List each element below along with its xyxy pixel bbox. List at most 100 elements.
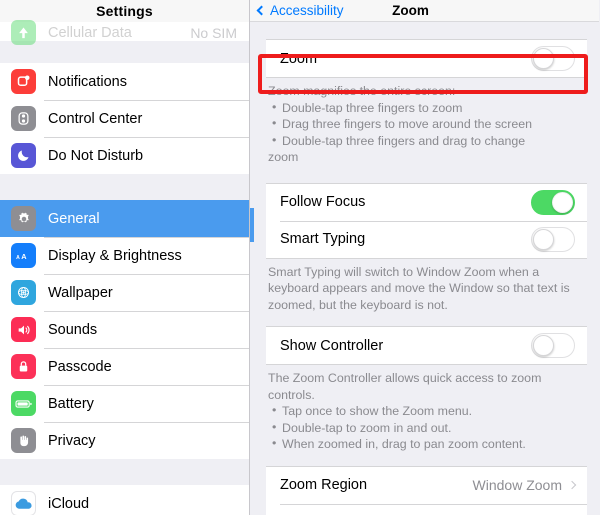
selection-edge-indicator: [250, 208, 254, 242]
zoom-toggle[interactable]: [531, 46, 575, 71]
chevron-right-icon: [567, 480, 577, 490]
sidebar-group-connectivity: Cellular Data No SIM: [0, 20, 249, 45]
ipad-settings-screen: Settings Cellular Data No SIM Notificati…: [0, 0, 600, 515]
row-show-controller[interactable]: Show Controller: [266, 327, 587, 364]
back-button-label: Accessibility: [270, 3, 344, 18]
notifications-icon: [11, 69, 36, 94]
sidebar-item-control-center[interactable]: Control Center: [0, 100, 249, 137]
sidebar-item-display-brightness[interactable]: A A Display & Brightness: [0, 237, 249, 274]
row-follow-focus-label: Follow Focus: [280, 194, 366, 210]
zoom-bullet: Double-tap three fingers to zoom: [268, 99, 581, 117]
sidebar-item-label: Battery: [48, 395, 94, 412]
row-zoom-filter[interactable]: Zoom Filter None: [266, 503, 587, 515]
sidebar-item-label: Sounds: [48, 321, 98, 338]
sidebar-group-alerts: Notifications Control Center Do Not Dist…: [0, 63, 249, 174]
zoom-description-intro: Zoom magnifies the entire screen:: [268, 84, 456, 98]
sidebar-item-label: Cellular Data: [48, 25, 132, 41]
sidebar-item-label: Display & Brightness: [48, 247, 182, 264]
sidebar-group-accounts: iCloud: [0, 485, 249, 515]
detail-scroll-area[interactable]: Zoom Zoom magnifies the entire screen: D…: [250, 22, 599, 515]
row-follow-focus[interactable]: Follow Focus: [266, 183, 587, 221]
sidebar-item-label: Privacy: [48, 432, 96, 449]
sidebar-item-label: Do Not Disturb: [48, 147, 144, 164]
smart-typing-description: Smart Typing will switch to Window Zoom …: [268, 264, 570, 312]
sidebar-item-notifications[interactable]: Notifications: [0, 63, 249, 100]
row-zoom[interactable]: Zoom: [266, 40, 587, 77]
sidebar-item-battery[interactable]: Battery: [0, 385, 249, 422]
row-zoom-region[interactable]: Zoom Region Window Zoom: [266, 466, 587, 504]
control-center-icon: [11, 106, 36, 131]
show-controller-toggle[interactable]: [531, 333, 575, 358]
sidebar-scroll-area[interactable]: Cellular Data No SIM Notifications Contr…: [0, 20, 249, 515]
show-controller-card: Show Controller: [266, 326, 587, 365]
svg-text:A: A: [16, 254, 20, 260]
zoom-description-bullets: Double-tap three fingers to zoom Drag th…: [268, 99, 581, 150]
sidebar-item-sounds[interactable]: Sounds: [0, 311, 249, 348]
toggle-knob: [552, 191, 573, 213]
sidebar-item-value: No SIM: [190, 25, 237, 41]
hand-icon: [11, 428, 36, 453]
row-smart-typing[interactable]: Smart Typing: [266, 220, 587, 258]
chevron-left-icon: [256, 5, 267, 16]
sidebar-group-divider: [0, 41, 249, 63]
sidebar-title-bar: Settings: [0, 0, 249, 22]
smart-typing-toggle[interactable]: [531, 226, 575, 252]
row-zoom-region-label: Zoom Region: [280, 477, 368, 493]
sidebar-item-passcode[interactable]: Passcode: [0, 348, 249, 385]
row-show-controller-label: Show Controller: [280, 337, 384, 354]
zoom-detail-panel: Accessibility Zoom Zoom Zoom magnifies t…: [250, 0, 599, 515]
lock-icon: [11, 354, 36, 379]
speaker-icon: [11, 317, 36, 342]
wallpaper-icon: [11, 280, 36, 305]
settings-sidebar: Settings Cellular Data No SIM Notificati…: [0, 0, 250, 515]
battery-icon: [11, 391, 36, 416]
display-brightness-icon: A A: [11, 243, 36, 268]
sidebar-item-do-not-disturb[interactable]: Do Not Disturb: [0, 137, 249, 174]
sidebar-item-privacy[interactable]: Privacy: [0, 422, 249, 459]
sidebar-group-divider: [0, 459, 249, 485]
controller-bullet: Double-tap to zoom in and out.: [268, 419, 581, 437]
sidebar-item-label: Notifications: [48, 73, 127, 90]
zoom-options-card: Zoom Region Window Zoom Zoom Filter None: [266, 465, 587, 515]
zoom-toggle-card: Zoom: [266, 39, 587, 78]
sidebar-item-label: Wallpaper: [48, 284, 113, 301]
detail-navigation-bar: Accessibility Zoom: [250, 0, 599, 22]
sidebar-item-label: Passcode: [48, 358, 112, 375]
controller-bullet: Tap once to show the Zoom menu.: [268, 402, 581, 420]
zoom-description: Zoom magnifies the entire screen: Double…: [250, 78, 599, 166]
follow-focus-toggle[interactable]: [531, 189, 575, 215]
sidebar-item-label: iCloud: [48, 495, 90, 512]
sidebar-group-system: General A A Display & Brightness Wallpap…: [0, 200, 249, 459]
zoom-bullet: Double-tap three fingers and drag to cha…: [268, 132, 581, 150]
gear-icon: [11, 206, 36, 231]
controller-description: The Zoom Controller allows quick access …: [250, 365, 599, 453]
sidebar-item-cellular-data[interactable]: Cellular Data No SIM: [0, 20, 249, 45]
detail-page-title-text: Zoom: [392, 3, 429, 18]
controller-description-intro: The Zoom Controller allows quick access …: [268, 371, 542, 402]
toggle-knob: [533, 48, 554, 69]
sidebar-item-label: Control Center: [48, 110, 143, 127]
sidebar-item-icloud[interactable]: iCloud: [0, 485, 249, 515]
back-to-accessibility-button[interactable]: Accessibility: [256, 3, 344, 18]
sidebar-group-divider: [0, 174, 249, 200]
sidebar-item-label: General: [48, 210, 100, 227]
row-smart-typing-label: Smart Typing: [280, 231, 366, 247]
row-zoom-region-value: Window Zoom: [472, 477, 562, 493]
do-not-disturb-icon: [11, 143, 36, 168]
controller-description-bullets: Tap once to show the Zoom menu. Double-t…: [268, 402, 581, 453]
cellular-icon: [11, 20, 36, 45]
sidebar-item-wallpaper[interactable]: Wallpaper: [0, 274, 249, 311]
zoom-bullet: Drag three fingers to move around the sc…: [268, 115, 581, 133]
zoom-description-trailing: zoom: [268, 150, 299, 164]
row-zoom-label: Zoom: [280, 50, 318, 67]
toggle-knob: [533, 335, 554, 356]
sidebar-item-general[interactable]: General: [0, 200, 249, 237]
icloud-icon: [11, 491, 36, 515]
focus-typing-card: Follow Focus Smart Typing: [266, 182, 587, 259]
sidebar-title: Settings: [96, 3, 153, 19]
svg-text:A: A: [21, 251, 27, 260]
